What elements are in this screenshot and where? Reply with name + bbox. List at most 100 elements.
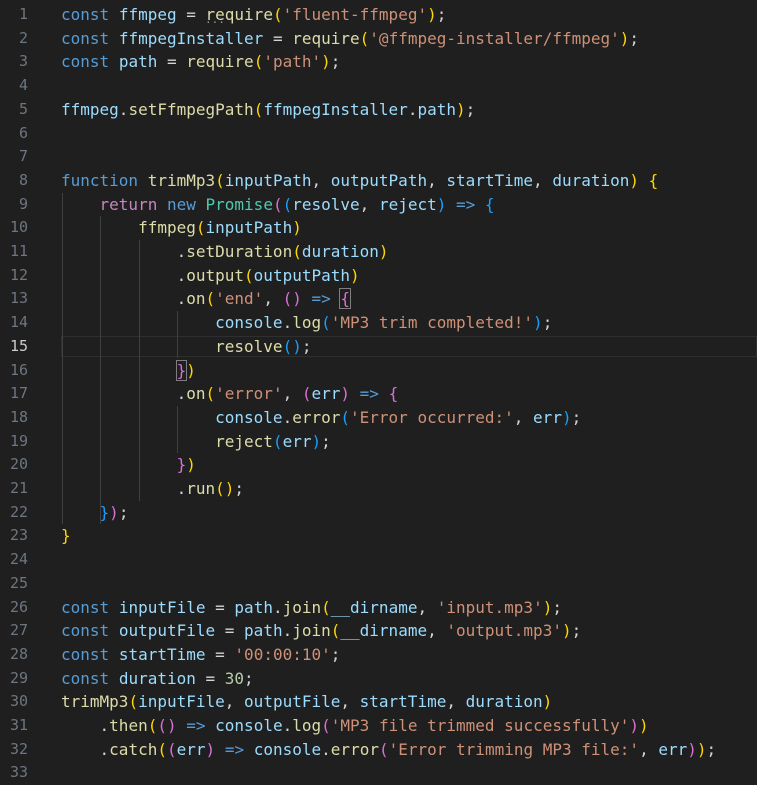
code-text: const path = require('path');	[61, 50, 340, 73]
code-line[interactable]: 3 const path = require('path');	[0, 50, 757, 73]
code-line[interactable]: 7	[0, 145, 757, 168]
code-token: )	[292, 218, 302, 238]
code-token: resolve	[215, 336, 283, 356]
code-token: (	[340, 407, 351, 427]
code-token: '00:00:10'	[234, 644, 331, 664]
code-token: error	[292, 407, 341, 427]
code-token: ffmpegInstaller	[263, 99, 408, 119]
code-editor[interactable]: ··· 1 const ffmpeg = require('fluent-ffmp…	[0, 0, 757, 785]
code-token: )	[350, 265, 360, 285]
code-token: err	[533, 407, 562, 427]
code-token: ;	[542, 313, 553, 333]
code-line[interactable]: 16 })	[0, 359, 757, 382]
code-token: (	[253, 52, 264, 72]
code-token: ;	[571, 621, 582, 641]
code-line[interactable]: 4	[0, 74, 757, 97]
code-token: const	[61, 597, 110, 617]
code-text: }	[61, 524, 71, 547]
code-token: ()	[157, 716, 177, 735]
code-line[interactable]: 30 trimMp3(inputFile, outputFile, startTi…	[0, 690, 757, 713]
line-number: 6	[18, 123, 28, 142]
code-line[interactable]: 8 function trimMp3(inputPath, outputPath,…	[0, 169, 757, 192]
line-number: 23	[9, 526, 28, 545]
code-line[interactable]: 33	[0, 761, 757, 784]
code-token: ;	[436, 5, 447, 24]
code-token: reject	[215, 431, 273, 451]
code-token: {	[388, 384, 399, 404]
code-line[interactable]: 22 });	[0, 501, 757, 524]
code-token: ()	[282, 289, 302, 309]
code-line[interactable]: 26 const inputFile = path.join(__dirname,…	[0, 596, 757, 619]
code-line[interactable]: 25	[0, 572, 757, 595]
code-token: console	[215, 716, 283, 735]
code-token: on	[186, 384, 206, 404]
code-token: ;	[321, 431, 331, 451]
code-line[interactable]: 32 .catch((err) => console.error('Error …	[0, 738, 757, 761]
code-token: startTime	[359, 692, 447, 712]
code-line[interactable]: 11 .setDuration(duration)	[0, 240, 757, 263]
code-line[interactable]: 20 })	[0, 453, 757, 476]
code-token: (	[292, 242, 302, 261]
code-text: console.log('MP3 trim completed!');	[61, 311, 552, 334]
code-token: =>	[224, 739, 245, 759]
code-line[interactable]: 28 const startTime = '00:00:10';	[0, 643, 757, 666]
code-token: (	[215, 170, 225, 190]
code-line[interactable]: 10 ffmpeg(inputPath)	[0, 216, 757, 239]
code-token: ;	[330, 52, 341, 72]
indent-guide	[138, 240, 140, 501]
code-line[interactable]: 17 .on('error', (err) => {	[0, 382, 757, 405]
code-token: )	[533, 313, 543, 333]
code-line[interactable]: 27 const outputFile = path.join(__dirname…	[0, 619, 757, 642]
code-line[interactable]: 23}	[0, 524, 757, 547]
code-token: 'end'	[215, 289, 264, 309]
code-token: ;	[629, 28, 640, 48]
code-line[interactable]: 13 .on('end', () => {	[0, 287, 757, 310]
code-token: const	[61, 52, 110, 72]
code-line[interactable]: 6	[0, 122, 757, 145]
code-line[interactable]: 19 reject(err);	[0, 430, 757, 453]
code-line[interactable]: 31 .then(() => console.log('MP3 file tri…	[0, 714, 757, 737]
code-token: ,	[340, 692, 360, 712]
code-token: ,	[224, 692, 245, 712]
code-token: err	[311, 384, 341, 404]
code-token: ;	[571, 407, 582, 427]
code-line[interactable]: 5 ffmpeg.setFfmpegPath(ffmpegInstaller.pa…	[0, 98, 757, 121]
code-line[interactable]: 21 .run();	[0, 477, 757, 500]
code-token: .	[176, 242, 187, 261]
code-line[interactable]: 1 const ffmpeg = require('fluent-ffmpeg')…	[0, 3, 757, 26]
code-line[interactable]: 29 const duration = 30;	[0, 667, 757, 690]
code-token: ,	[533, 170, 553, 190]
code-line[interactable]: 24	[0, 548, 757, 571]
line-number: 22	[9, 502, 28, 521]
code-line[interactable]: 9 return new Promise((resolve, reject) =…	[0, 193, 757, 216]
code-token: trimMp3	[147, 170, 216, 190]
code-token: )	[340, 384, 351, 404]
code-token: ()	[282, 336, 302, 356]
code-token: (	[157, 739, 167, 759]
code-token: inputFile	[138, 692, 225, 712]
code-token: const	[61, 5, 110, 24]
code-token: =>	[359, 384, 379, 404]
code-token: console	[253, 739, 322, 759]
code-token: )	[639, 716, 649, 735]
code-token: )	[186, 360, 196, 380]
code-token: inputPath	[205, 218, 293, 238]
code-token: (	[147, 716, 158, 735]
code-line[interactable]: 18 console.error('Error occurred:', err)…	[0, 406, 757, 429]
code-token: function	[61, 170, 139, 190]
line-number: 27	[9, 621, 28, 640]
code-token: (	[272, 431, 283, 451]
code-token: ()	[215, 479, 235, 498]
code-line[interactable]: 12 .output(outputPath)	[0, 264, 757, 287]
code-token: outputPath	[253, 265, 350, 285]
code-line[interactable]: 2 const ffmpegInstaller = require('@ffmpe…	[0, 27, 757, 50]
code-line[interactable]: 15 resolve();	[0, 335, 757, 358]
code-line[interactable]: 14 console.log('MP3 trim completed!');	[0, 311, 757, 334]
line-number: 16	[9, 360, 28, 379]
